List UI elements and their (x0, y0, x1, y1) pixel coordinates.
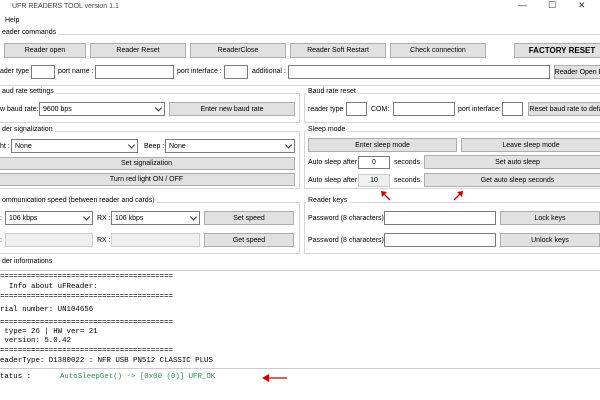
additional-input[interactable] (288, 65, 550, 79)
reader-open-ex-button[interactable]: Reader Open E (554, 65, 600, 79)
port-interface-label: port interface : (177, 68, 222, 75)
password-label-2: Password (8 characters) : (308, 237, 388, 244)
sleep-title: Sleep mode (306, 126, 348, 133)
minimize-icon[interactable]: — (518, 0, 527, 10)
rx-speed-select[interactable]: 106 kbps (111, 211, 200, 225)
maximize-icon[interactable]: ☐ (548, 0, 556, 11)
port-interface-input[interactable] (224, 65, 248, 79)
tx-label: : (0, 215, 2, 222)
auto-sleep-readout: 10 (358, 174, 390, 187)
info-line: ======================================= (0, 293, 173, 301)
info-line: version: 5.0.42 (0, 337, 71, 345)
reader-type-input[interactable] (31, 65, 55, 79)
baud-reset-port-interface-input[interactable] (502, 102, 523, 116)
port-name-input[interactable] (95, 65, 174, 79)
password-label-1: Password (8 characters) : (308, 215, 388, 222)
baud-reset-reader-type-label: reader type (308, 106, 344, 113)
get-auto-sleep-button[interactable]: Get auto sleep seconds (424, 173, 600, 187)
chevron-down-icon (189, 213, 198, 221)
lock-password-input[interactable] (384, 211, 496, 225)
menu-help[interactable]: Help (5, 17, 19, 24)
rx-label: RX : (97, 215, 111, 222)
seconds-label-2: seconds. (394, 177, 423, 184)
status-label: tatus : (0, 373, 32, 381)
port-name-label: port name : (58, 68, 94, 75)
light-label: ht : (0, 143, 10, 150)
chevron-down-icon (284, 141, 293, 149)
signalization-title: der signalization (0, 126, 55, 133)
annotation-arrow-icon (262, 374, 287, 382)
auto-sleep-after-label-2: Auto sleep after (308, 177, 358, 184)
baud-reset-com-input[interactable] (393, 102, 455, 116)
light-value: None (15, 142, 32, 150)
tx-speed-readout (5, 233, 93, 247)
annotation-arrow-icon (453, 191, 463, 201)
menu-bar: Help (0, 14, 600, 28)
close-icon[interactable]: ✕ (578, 0, 586, 11)
check-connection-button[interactable]: Check connection (390, 43, 486, 58)
status-bar: tatus : AutoSleepGet() -> [0x00 (0)] UFR… (0, 368, 600, 386)
info-line: Info about uFReader: (0, 283, 98, 291)
baud-reset-title: Baud rate reset (306, 88, 358, 95)
chevron-down-icon (82, 213, 91, 221)
auto-sleep-after-label: Auto sleep after (308, 159, 358, 166)
tx-speed-select[interactable]: 106 kbps (5, 211, 93, 225)
reader-commands-title: eader commands (0, 29, 59, 36)
new-baud-label: w baud rate: (0, 106, 39, 113)
factory-reset-button[interactable]: FACTORY RESET (514, 43, 600, 58)
reader-soft-restart-button[interactable]: Reader Soft Restart (290, 43, 386, 58)
reader-open-button[interactable]: Reader open (4, 43, 86, 58)
additional-label: additional : (252, 68, 286, 75)
set-speed-button[interactable]: Set speed (204, 211, 294, 225)
beep-value: None (169, 142, 186, 150)
baud-settings-title: aud rate settings (0, 88, 56, 95)
red-light-button[interactable]: Turn red light ON / OFF (0, 173, 295, 186)
rx-speed-value: 106 kbps (115, 214, 144, 222)
seconds-label: seconds. (394, 159, 423, 166)
info-line: rial number: UN104656 (0, 306, 94, 314)
baud-reset-reader-type-input[interactable] (346, 102, 367, 116)
lock-keys-button[interactable]: Lock keys (500, 211, 600, 225)
unlock-password-input[interactable] (384, 233, 496, 247)
reader-info-title: der informations (0, 258, 55, 265)
reader-reset-button[interactable]: Reader Reset (90, 43, 186, 58)
new-baud-value: 9600 bps (43, 105, 72, 113)
info-line: ======================================= (0, 347, 173, 355)
beep-label: Beep : (144, 143, 165, 150)
annotation-arrow-icon (381, 191, 391, 201)
tx-speed-value: 106 kbps (9, 214, 38, 222)
light-select[interactable]: None (11, 139, 138, 153)
reader-keys-title: Reader keys (306, 197, 350, 204)
leave-sleep-button[interactable]: Leave sleep mode (461, 138, 600, 152)
beep-select[interactable]: None (165, 139, 295, 153)
comm-speed-title: ommunication speed (between reader and c… (0, 197, 157, 204)
enter-sleep-button[interactable]: Enter sleep mode (308, 138, 457, 152)
reset-baud-button[interactable]: Reset baud rate to defa (528, 102, 600, 116)
set-auto-sleep-button[interactable]: Set auto sleep (424, 155, 600, 169)
unlock-keys-button[interactable]: Unlock keys (500, 233, 600, 247)
baud-reset-port-interface-label: port interface: (458, 106, 501, 113)
info-line: ======================================= (0, 273, 173, 281)
rx-speed-readout (111, 233, 200, 247)
tx-label-2: : (0, 237, 2, 244)
reader-type-label: ader type : (0, 68, 34, 75)
info-line: type= 26 | HW ver= 21 (0, 328, 98, 336)
title-bar: UFR READERS TOOL version 1.1 — ☐ ✕ (0, 0, 600, 14)
get-speed-button[interactable]: Get speed (204, 233, 294, 247)
chevron-down-icon (127, 141, 136, 149)
enter-new-baud-button[interactable]: Enter new baud rate (169, 102, 295, 116)
info-line: eaderType: D1380022 : NFR USB PN512 CLAS… (0, 357, 213, 365)
rx-label-2: RX : (97, 237, 111, 244)
status-value: AutoSleepGet() -> [0x00 (0)] UFR_OK (60, 373, 216, 381)
reader-close-button[interactable]: ReaderClose (190, 43, 286, 58)
new-baud-select[interactable]: 9600 bps (39, 102, 165, 116)
chevron-down-icon (154, 104, 163, 112)
auto-sleep-input[interactable]: 0 (358, 156, 390, 169)
baud-reset-com-label: COM: (371, 106, 390, 113)
window-title: UFR READERS TOOL version 1.1 (12, 3, 119, 10)
set-signalization-button[interactable]: Set signalization (0, 157, 295, 170)
info-line: ======================================= (0, 319, 173, 327)
